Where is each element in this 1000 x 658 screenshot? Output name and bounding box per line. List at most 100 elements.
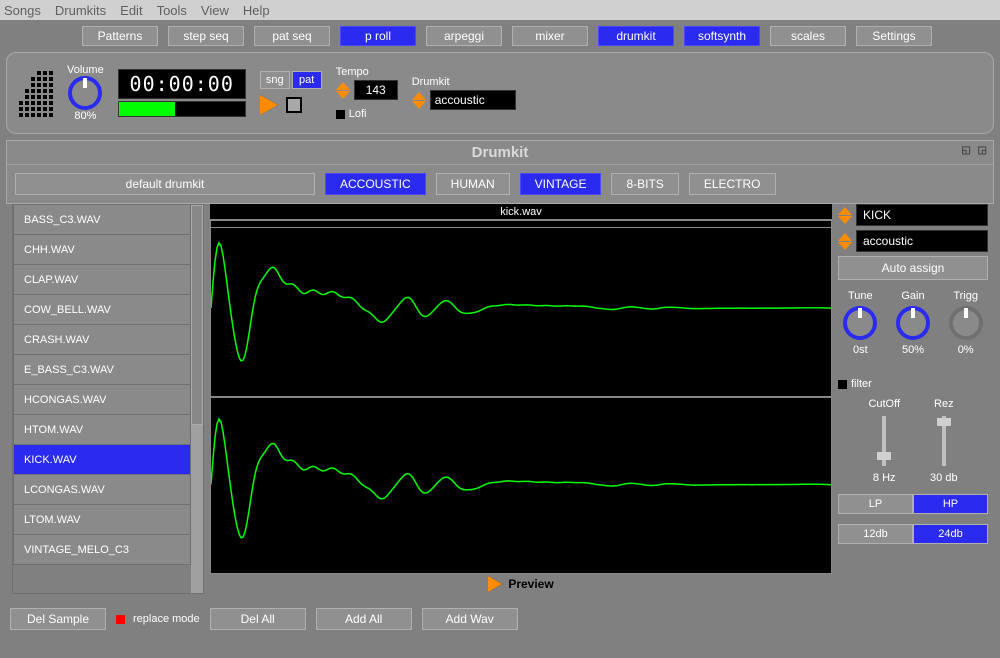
del-all-button[interactable]: Del All (210, 608, 306, 630)
kit-category-electro[interactable]: ELECTRO (689, 173, 776, 195)
tempo-label: Tempo (336, 66, 398, 78)
time-block: 00:00:00 (118, 69, 246, 117)
knob-label: Gain (901, 290, 924, 302)
vu-meter (19, 69, 53, 117)
pat-button[interactable]: pat (292, 71, 322, 89)
volume-value: 80% (74, 110, 96, 122)
slot-kit-field[interactable]: accoustic (856, 230, 988, 252)
slider-rez[interactable]: Rez30 db (930, 398, 958, 484)
sng-pat-toggle[interactable]: sng pat (260, 71, 322, 89)
sample-item[interactable]: E_BASS_C3.WAV (13, 355, 191, 385)
panel-title: Drumkit ◱ ◲ (7, 141, 993, 165)
knob-dial[interactable] (949, 306, 983, 340)
slot-kit-spinner[interactable] (838, 233, 852, 250)
knob-dial[interactable] (896, 306, 930, 340)
sample-item[interactable]: BASS_C3.WAV (13, 205, 191, 235)
kit-category-row: default drumkit ACCOUSTIC HUMAN VINTAGE 8-B… (7, 165, 993, 203)
sample-item[interactable]: LCONGAS.WAV (13, 475, 191, 505)
add-wav-button[interactable]: Add Wav (422, 608, 518, 630)
waveform-display[interactable] (210, 220, 832, 574)
tab-softsynth[interactable]: softsynth (684, 26, 760, 46)
filter-mode-lp[interactable]: LP (838, 494, 913, 514)
tab-step-seq[interactable]: step seq (168, 26, 244, 46)
tab-drumkit[interactable]: drumkit (598, 26, 674, 46)
knob-tune[interactable]: Tune0st (843, 290, 877, 356)
tempo-field[interactable]: 143 (354, 80, 398, 100)
play-icon[interactable] (260, 95, 278, 115)
sample-item[interactable]: CRASH.WAV (13, 325, 191, 355)
sample-item[interactable]: KICK.WAV (13, 445, 191, 475)
sng-button[interactable]: sng (260, 71, 290, 89)
tab-arpeggi[interactable]: arpeggi (426, 26, 502, 46)
lofi-label: Lofi (349, 108, 367, 120)
slider-value: 30 db (930, 472, 958, 484)
sample-params: KICK accoustic Auto assign Tune0st Gain50… (838, 204, 988, 594)
slider-track[interactable] (942, 416, 946, 466)
menu-help[interactable]: Help (243, 3, 270, 18)
tab-p-roll[interactable]: p roll (340, 26, 416, 46)
replace-mode-label: replace mode (133, 613, 200, 625)
tab-pat-seq[interactable]: pat seq (254, 26, 330, 46)
drumkit-field[interactable]: accoustic (430, 90, 516, 110)
sample-item[interactable]: VINTAGE_MELO_C3 (13, 535, 191, 565)
slot-field[interactable]: KICK (856, 204, 988, 226)
lofi-checkbox[interactable]: Lofi (336, 108, 398, 120)
stop-icon[interactable] (286, 97, 302, 113)
filter-checkbox[interactable]: filter (838, 378, 988, 390)
replace-mode-checkbox[interactable]: replace mode (116, 613, 200, 625)
mode-play-block: sng pat (260, 71, 322, 115)
current-drumkit-field[interactable]: default drumkit (15, 173, 315, 195)
auto-assign-button[interactable]: Auto assign (838, 256, 988, 280)
kit-category-human[interactable]: HUMAN (436, 173, 510, 195)
slider-cutoff[interactable]: CutOff8 Hz (868, 398, 900, 484)
preview-play-icon (488, 576, 502, 592)
sample-item[interactable]: CLAP.WAV (13, 265, 191, 295)
sample-item[interactable]: COW_BELL.WAV (13, 295, 191, 325)
kit-category-accoustic[interactable]: ACCOUSTIC (325, 173, 426, 195)
bottom-buttons: Del Sample replace mode Del All Add All … (0, 600, 1000, 638)
sample-scrollbar[interactable] (191, 205, 203, 593)
kit-category-vintage[interactable]: VINTAGE (520, 173, 602, 195)
knob-label: Trigg (953, 290, 978, 302)
knob-label: Tune (848, 290, 873, 302)
filter-label: filter (851, 378, 872, 390)
tempo-spinner[interactable] (336, 82, 350, 99)
slot-spinner[interactable] (838, 207, 852, 224)
transport-drumkit-label: Drumkit (412, 76, 516, 88)
knob-value: 0% (958, 344, 974, 356)
waveform-filename: kick.wav (210, 204, 832, 220)
tab-scales[interactable]: scales (770, 26, 846, 46)
menu-drumkits[interactable]: Drumkits (55, 3, 106, 18)
sample-item[interactable]: HCONGAS.WAV (13, 385, 191, 415)
time-display: 00:00:00 (118, 69, 246, 99)
menu-songs[interactable]: Songs (4, 3, 41, 18)
knob-dial[interactable] (843, 306, 877, 340)
progress-bar[interactable] (118, 101, 246, 117)
menu-edit[interactable]: Edit (120, 3, 142, 18)
sample-list[interactable]: BASS_C3.WAVCHH.WAVCLAP.WAVCOW_BELL.WAVCR… (12, 204, 204, 594)
drumkit-spinner[interactable] (412, 92, 426, 109)
knob-trigg[interactable]: Trigg 0% (949, 290, 983, 356)
window-icons[interactable]: ◱ ◲ (961, 145, 989, 156)
tempo-group: Tempo 143 Lofi (336, 66, 398, 120)
del-sample-button[interactable]: Del Sample (10, 608, 106, 630)
sample-item[interactable]: CHH.WAV (13, 235, 191, 265)
tab-mixer[interactable]: mixer (512, 26, 588, 46)
filter-slope-12db[interactable]: 12db (838, 524, 913, 544)
slider-track[interactable] (882, 416, 886, 466)
sample-item[interactable]: HTOM.WAV (13, 415, 191, 445)
preview-button[interactable]: Preview (210, 574, 832, 594)
menu-view[interactable]: View (201, 3, 229, 18)
add-all-button[interactable]: Add All (316, 608, 412, 630)
filter-slope-24db[interactable]: 24db (913, 524, 988, 544)
knob-gain[interactable]: Gain50% (896, 290, 930, 356)
menu-tools[interactable]: Tools (157, 3, 187, 18)
tab-patterns[interactable]: Patterns (82, 26, 158, 46)
kit-category-8-bits[interactable]: 8-BITS (611, 173, 678, 195)
tab-settings[interactable]: Settings (856, 26, 932, 46)
filter-mode-hp[interactable]: HP (913, 494, 988, 514)
volume-knob[interactable] (68, 76, 102, 110)
slider-label: CutOff (868, 398, 900, 410)
transport-panel: Volume 80% 00:00:00 sng pat Tempo 143 Lo… (6, 52, 994, 134)
sample-item[interactable]: LTOM.WAV (13, 505, 191, 535)
